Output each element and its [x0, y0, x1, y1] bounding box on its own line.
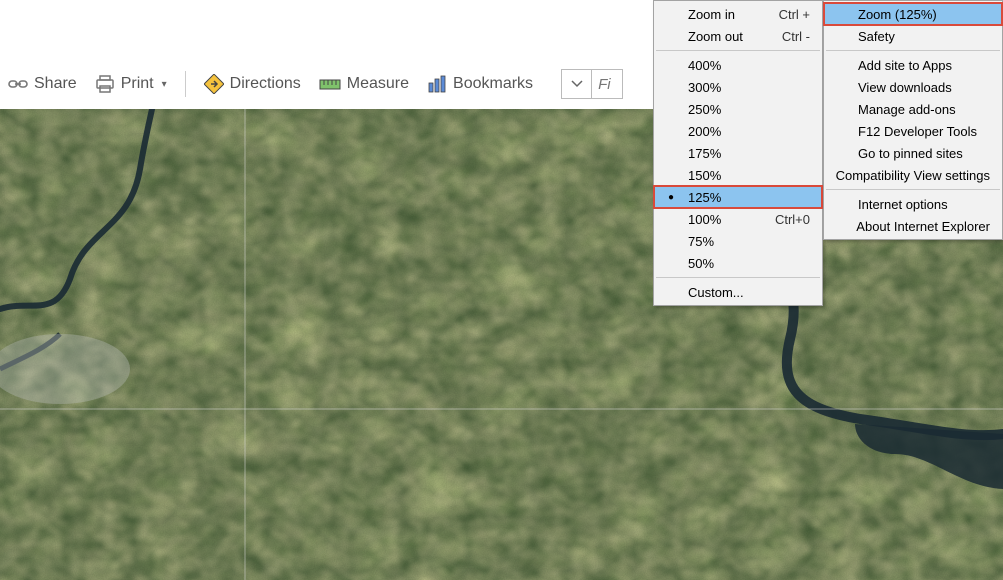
tools-menu: Zoom (125%) Safety Add site to Apps View… [823, 0, 1003, 240]
about-ie-item[interactable]: About Internet Explorer [824, 215, 1002, 237]
bookmarks-button[interactable]: Bookmarks [427, 75, 533, 93]
zoom-125-item[interactable]: ●125% [654, 186, 822, 208]
menu-separator [656, 277, 820, 278]
f12-item[interactable]: F12 Developer Tools [824, 120, 1002, 142]
measure-button[interactable]: Measure [319, 75, 409, 93]
zoom-400-item[interactable]: 400% [654, 54, 822, 76]
safety-menu-item[interactable]: Safety [824, 25, 1002, 47]
share-label: Share [34, 75, 77, 93]
print-label: Print [121, 75, 154, 93]
zoom-in-accel: Ctrl + [760, 7, 810, 22]
print-button[interactable]: Print ▾ [95, 75, 167, 93]
link-icon [8, 77, 28, 91]
bookmarks-icon [427, 75, 447, 93]
internet-options-item[interactable]: Internet options [824, 193, 1002, 215]
ruler-icon [319, 76, 341, 92]
manage-addons-item[interactable]: Manage add-ons [824, 98, 1002, 120]
zoom-100-item[interactable]: 100%Ctrl+0 [654, 208, 822, 230]
zoom-out-accel: Ctrl - [760, 29, 810, 44]
bookmarks-label: Bookmarks [453, 75, 533, 93]
chevron-down-icon [571, 80, 583, 88]
zoom-in-label: Zoom in [688, 7, 760, 22]
search-dropdown-toggle[interactable] [562, 70, 592, 98]
zoom-300-item[interactable]: 300% [654, 76, 822, 98]
compat-view-item[interactable]: Compatibility View settings [824, 164, 1002, 186]
zoom-out-item[interactable]: Zoom out Ctrl - [654, 25, 822, 47]
measure-label: Measure [347, 75, 409, 93]
bullet-icon: ● [654, 192, 688, 203]
printer-icon [95, 75, 115, 93]
search-container [561, 69, 623, 99]
zoom-menu-item[interactable]: Zoom (125%) [824, 3, 1002, 25]
menu-separator [826, 189, 1000, 190]
directions-label: Directions [230, 75, 301, 93]
zoom-in-item[interactable]: Zoom in Ctrl + [654, 3, 822, 25]
chevron-down-icon: ▾ [162, 79, 167, 90]
zoom-out-label: Zoom out [688, 29, 760, 44]
zoom-200-item[interactable]: 200% [654, 120, 822, 142]
add-site-item[interactable]: Add site to Apps [824, 54, 1002, 76]
search-input[interactable] [592, 76, 622, 93]
menu-separator [656, 50, 820, 51]
zoom-175-item[interactable]: 175% [654, 142, 822, 164]
zoom-150-item[interactable]: 150% [654, 164, 822, 186]
directions-button[interactable]: Directions [204, 74, 301, 94]
view-downloads-item[interactable]: View downloads [824, 76, 1002, 98]
zoom-submenu: Zoom in Ctrl + Zoom out Ctrl - 400% 300%… [653, 0, 823, 306]
menu-separator [826, 50, 1000, 51]
directions-icon [204, 74, 224, 94]
zoom-custom-item[interactable]: Custom... [654, 281, 822, 303]
zoom-75-item[interactable]: 75% [654, 230, 822, 252]
pinned-sites-item[interactable]: Go to pinned sites [824, 142, 1002, 164]
toolbar-separator [185, 71, 186, 97]
share-button[interactable]: Share [8, 75, 77, 93]
zoom-current-label: Zoom (125%) [858, 7, 990, 22]
zoom-250-item[interactable]: 250% [654, 98, 822, 120]
zoom-50-item[interactable]: 50% [654, 252, 822, 274]
